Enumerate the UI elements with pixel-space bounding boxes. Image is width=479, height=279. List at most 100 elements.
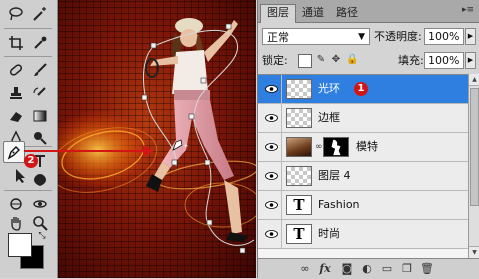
visibility-toggle[interactable] — [261, 162, 282, 190]
custom-shape-tool[interactable] — [30, 170, 50, 190]
eye-icon — [264, 143, 278, 151]
lasso-tool[interactable] — [6, 4, 26, 24]
visibility-toggle[interactable] — [261, 220, 282, 248]
tab-channels[interactable]: 通道 — [296, 5, 330, 22]
callout-arrow-line — [24, 150, 58, 152]
lock-transparency-icon[interactable] — [298, 54, 312, 68]
text-layer-thumbnail: T — [286, 224, 312, 244]
scroll-thumb[interactable] — [470, 88, 479, 206]
crop-icon — [9, 36, 23, 50]
hand-icon — [11, 217, 21, 231]
foreground-color-swatch[interactable] — [8, 233, 32, 257]
toolbox-divider — [4, 190, 52, 191]
lock-brush-icon[interactable]: ✎ — [315, 54, 327, 66]
layer-list: 光环 1 边框 ∞ 模特 图层 4 T Fashion T 时尚 — [258, 74, 468, 259]
tab-layers[interactable]: 图层 — [260, 4, 296, 23]
visibility-toggle[interactable] — [261, 104, 282, 132]
trash-icon[interactable]: 🗑 — [420, 262, 434, 276]
layer-row[interactable]: T Fashion — [258, 191, 468, 220]
layer-name: 图层 4 — [318, 169, 351, 182]
dodge-icon — [34, 132, 47, 145]
3d-rotate-tool[interactable] — [6, 194, 26, 214]
eye-icon — [264, 201, 278, 209]
lock-all-icon[interactable]: 🔒 — [346, 54, 358, 66]
bandage-icon — [9, 64, 23, 76]
glow-ring — [184, 182, 256, 228]
eraser-tool[interactable] — [6, 106, 26, 126]
layer-row[interactable]: 图层 4 — [258, 162, 468, 191]
layer-row[interactable]: T 时尚 — [258, 220, 468, 249]
history-brush-tool[interactable] — [30, 83, 50, 103]
pen-icon — [7, 146, 20, 160]
fill-input[interactable]: 100% — [424, 52, 464, 69]
eye-icon — [264, 114, 278, 122]
layer-list-scrollbar[interactable]: ▲ ▼ — [468, 74, 479, 258]
healing-brush-tool[interactable] — [6, 60, 26, 80]
layer-thumbnail — [286, 137, 312, 157]
mask-link-icon[interactable]: ∞ — [315, 142, 323, 152]
blend-mode-select[interactable]: 正常 ▼ — [262, 28, 370, 45]
text-layer-thumbnail: T — [286, 195, 312, 215]
stamp-icon — [10, 87, 22, 99]
scroll-down-arrow-icon[interactable]: ▼ — [469, 246, 479, 258]
opacity-input[interactable]: 100% — [424, 28, 464, 45]
arrow-cursor-icon — [16, 169, 25, 183]
eye-icon — [264, 85, 278, 93]
pen-tool[interactable] — [3, 141, 25, 163]
tool-step-badge: 2 — [24, 154, 38, 168]
layer-step-badge: 1 — [354, 82, 368, 96]
rotate-3d-icon — [10, 198, 22, 210]
layer-row[interactable]: 边框 — [258, 104, 468, 133]
3d-orbit-tool[interactable] — [30, 194, 50, 214]
history-brush-icon — [33, 87, 46, 96]
layer-name: 模特 — [356, 140, 378, 153]
orbit-icon — [33, 200, 47, 208]
toolbox-divider — [4, 56, 52, 57]
toolbox-divider — [4, 28, 52, 29]
document-canvas[interactable]: + — [58, 0, 256, 278]
svg-text:+: + — [183, 142, 189, 150]
layer-row[interactable]: 光环 1 — [258, 75, 468, 104]
swap-colors-icon[interactable]: ⤡ — [36, 230, 48, 242]
eye-icon — [264, 230, 278, 238]
blend-opacity-row: 正常 ▼ 不透明度: 100% ▶ — [258, 26, 479, 48]
visibility-toggle[interactable] — [261, 133, 282, 161]
mask-icon[interactable]: ◙ — [340, 262, 354, 276]
layers-bottom-toolbar: ∞ fx ◙ ◐ ▭ ❐ 🗑 — [258, 258, 479, 279]
magic-wand-tool[interactable] — [30, 4, 50, 24]
panel-menu-icon[interactable]: ▸≡ — [462, 5, 474, 15]
path-selection-tool[interactable] — [10, 166, 30, 186]
lock-move-icon[interactable]: ✥ — [330, 54, 342, 66]
clone-stamp-tool[interactable] — [6, 83, 26, 103]
eyedropper-tool[interactable] — [30, 33, 50, 53]
layer-row[interactable]: ∞ 模特 — [258, 133, 468, 162]
eyedropper-icon — [34, 36, 47, 49]
layer-thumbnail — [286, 166, 312, 186]
canvas-artwork: + — [58, 18, 256, 254]
opacity-slider-button[interactable]: ▶ — [465, 28, 476, 45]
layers-panel: 图层 通道 路径 ▸≡ 正常 ▼ 不透明度: 100% ▶ 锁定: ✎ ✥ 🔒 … — [257, 0, 479, 279]
new-layer-icon[interactable]: ❐ — [400, 262, 414, 276]
hand-tool[interactable] — [6, 213, 26, 233]
crop-tool[interactable] — [6, 33, 26, 53]
tab-paths[interactable]: 路径 — [330, 5, 364, 22]
shape-icon — [34, 174, 46, 186]
magic-wand-icon — [33, 7, 46, 21]
visibility-toggle[interactable] — [261, 75, 282, 103]
scroll-up-arrow-icon[interactable]: ▲ — [469, 74, 479, 86]
dodge-tool[interactable] — [30, 128, 50, 148]
group-icon[interactable]: ▭ — [380, 262, 394, 276]
gradient-icon — [33, 110, 47, 122]
layer-name: 边框 — [318, 111, 340, 124]
link-icon[interactable]: ∞ — [298, 262, 312, 276]
brush-tool[interactable] — [30, 60, 50, 80]
adjustment-icon[interactable]: ◐ — [360, 262, 374, 276]
layer-mask-thumbnail[interactable] — [323, 137, 349, 157]
fx-icon[interactable]: fx — [318, 262, 332, 276]
fill-label: 填充: — [398, 54, 424, 67]
layer-thumbnail — [286, 79, 312, 99]
visibility-toggle[interactable] — [261, 191, 282, 219]
fill-slider-button[interactable]: ▶ — [465, 52, 476, 69]
layer-name: Fashion — [318, 198, 360, 211]
gradient-tool[interactable] — [30, 106, 50, 126]
